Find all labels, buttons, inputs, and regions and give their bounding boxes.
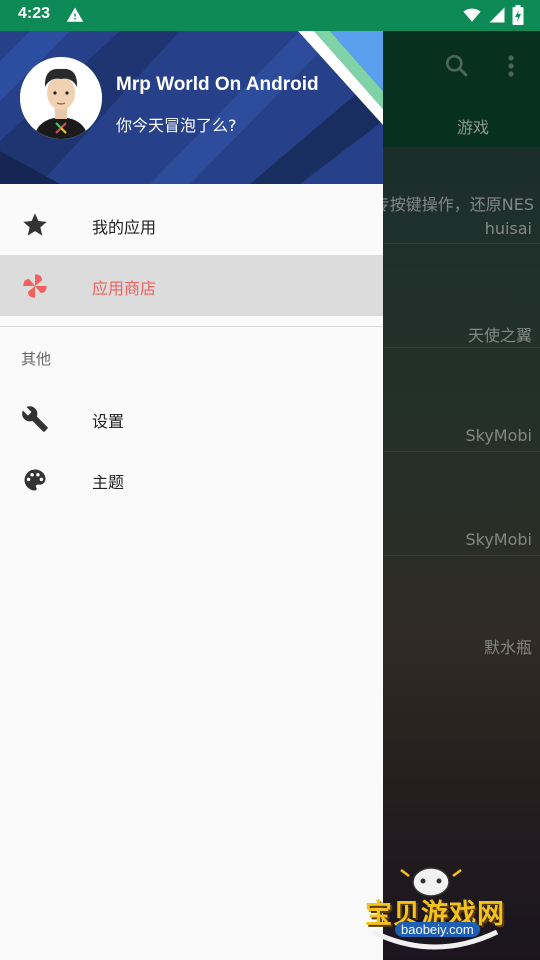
user-name: Mrp World On Android [116, 74, 319, 95]
user-avatar-icon [20, 57, 102, 139]
watermark-url: baobeiy.com [395, 922, 480, 937]
menu-item-label: 设置 [92, 412, 125, 431]
status-icons [462, 5, 524, 25]
drawer-scrim[interactable] [383, 31, 540, 960]
menu-item-app-store[interactable]: 应用商店 [0, 255, 383, 316]
wifi-icon [463, 8, 481, 22]
status-time: 4:23 [18, 5, 51, 22]
star-icon [23, 213, 47, 236]
menu-item-my-apps[interactable]: 我的应用 [0, 194, 383, 255]
battery-icon [512, 5, 524, 25]
drawer-header: Mrp World On Android 你今天冒泡了么? [0, 31, 383, 184]
palette-icon [24, 469, 46, 491]
warning-icon [66, 7, 84, 22]
menu-item-theme[interactable]: 主题 [0, 449, 383, 510]
menu-item-label: 我的应用 [92, 218, 157, 237]
navigation-drawer: Mrp World On Android 你今天冒泡了么? 我的应用 应用商店 … [0, 31, 383, 960]
watermark-logo: 宝贝游戏网 baobeiy.com [365, 862, 515, 954]
section-title-other: 其他 [21, 350, 52, 368]
user-subtitle: 你今天冒泡了么? [116, 116, 237, 135]
menu-item-label: 主题 [92, 473, 125, 492]
menu-item-settings[interactable]: 设置 [0, 388, 383, 449]
status-bar: 4:23 [0, 0, 540, 31]
signal-icon [489, 7, 505, 23]
wrench-icon [22, 406, 48, 432]
divider [0, 326, 383, 327]
avatar[interactable] [20, 57, 102, 139]
menu-item-label: 应用商店 [92, 279, 157, 298]
pinwheel-icon [23, 274, 47, 298]
